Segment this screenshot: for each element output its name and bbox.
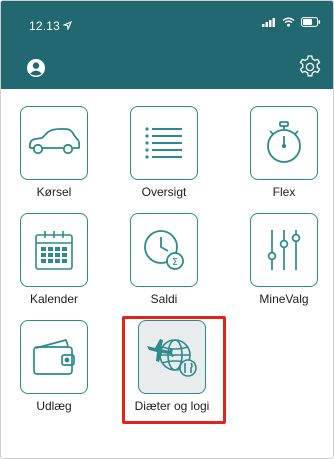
tile-saldi-box[interactable]: Σ xyxy=(130,213,198,287)
tile-korsel[interactable]: Kørsel xyxy=(9,106,99,206)
tile-label: Oversigt xyxy=(141,185,187,199)
tile-oversigt-box[interactable] xyxy=(130,106,198,180)
tile-udlaeg-box[interactable] xyxy=(20,320,88,394)
sliders-icon xyxy=(267,230,301,270)
avatar-icon[interactable] xyxy=(26,58,46,78)
highlight-box xyxy=(122,316,226,424)
wallet-icon xyxy=(33,339,75,375)
tile-kalender[interactable]: Kalender xyxy=(9,213,99,313)
clock-sum-icon: Σ xyxy=(144,230,184,270)
tile-label: Kørsel xyxy=(36,185,72,199)
signal-icon xyxy=(262,18,275,27)
app-screen: 12.13 Kørsel Oversigt Flex Kalender Σ Sa… xyxy=(0,0,334,459)
tile-oversigt[interactable]: Oversigt xyxy=(119,106,209,206)
calendar-icon xyxy=(35,231,73,270)
status-indicators xyxy=(262,17,321,27)
car-icon xyxy=(28,128,81,155)
tile-label: Flex xyxy=(272,185,296,199)
status-time: 12.13 xyxy=(29,19,61,33)
tile-label: Kalender xyxy=(29,292,79,306)
wifi-icon xyxy=(282,17,295,27)
tile-kalender-box[interactable] xyxy=(20,213,88,287)
tile-label: Udlæg xyxy=(36,399,72,413)
stopwatch-icon xyxy=(267,121,301,163)
status-bar: 12.13 xyxy=(1,1,333,41)
location-arrow-icon xyxy=(63,21,72,30)
tile-flex-box[interactable] xyxy=(250,106,318,180)
tile-minevalg-box[interactable] xyxy=(250,213,318,287)
tile-korsel-box[interactable] xyxy=(20,106,88,180)
tile-label: Saldi xyxy=(150,292,178,306)
tile-label: MineValg xyxy=(259,292,309,306)
tile-saldi[interactable]: Σ Saldi xyxy=(119,213,209,313)
battery-icon xyxy=(301,17,321,27)
app-header xyxy=(1,41,333,89)
svg-text:Σ: Σ xyxy=(172,257,178,268)
settings-gear-icon[interactable] xyxy=(297,54,323,80)
list-icon xyxy=(145,127,182,159)
tile-minevalg[interactable]: MineValg xyxy=(239,213,329,313)
tile-udlaeg[interactable]: Udlæg xyxy=(9,320,99,420)
tile-flex[interactable]: Flex xyxy=(239,106,329,206)
